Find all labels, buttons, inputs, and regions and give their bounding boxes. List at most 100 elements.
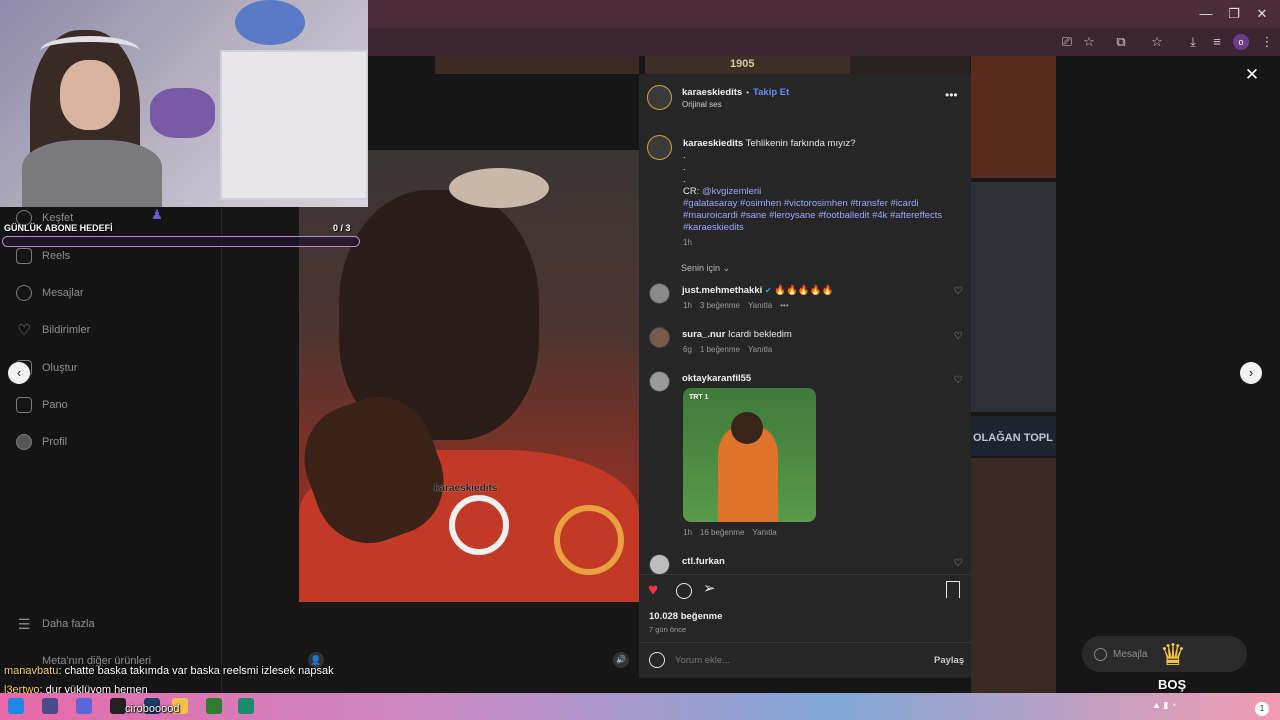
sidebar-item-label: Bildirimler: [42, 324, 91, 336]
post-caption: karaeskiedits Tehlikenin farkında mıyız?…: [683, 138, 963, 234]
author-avatar[interactable]: [647, 135, 672, 160]
notification-icon[interactable]: 1: [1255, 702, 1269, 716]
grid-tile[interactable]: [971, 56, 1056, 178]
reply-button[interactable]: Yanıtla: [748, 301, 772, 310]
app-icon[interactable]: [238, 698, 254, 714]
comment-username[interactable]: sura_.nur: [682, 329, 725, 340]
comment-username[interactable]: oktaykaranfil55: [682, 373, 751, 384]
star-icon[interactable]: ☆: [1080, 33, 1098, 51]
comment-more-icon[interactable]: •••: [780, 301, 788, 310]
heart-icon: ♡: [17, 322, 31, 339]
mention-link[interactable]: @kvgizemlerii: [702, 186, 761, 197]
video-watermark: karaeskiedits: [434, 483, 498, 494]
grid-tile[interactable]: OLAĞAN TOPL: [971, 416, 1056, 456]
restore-icon[interactable]: ❐: [1224, 6, 1244, 22]
cast-icon[interactable]: ⎚: [1058, 33, 1076, 51]
sidebar-item-messages[interactable]: Mesajlar: [16, 282, 84, 304]
save-icon[interactable]: [946, 581, 960, 598]
reply-button[interactable]: Yanıtla: [748, 345, 772, 354]
search-icon[interactable]: [42, 698, 58, 714]
chevron-down-icon: ⌄: [722, 263, 731, 273]
bookmark-icon[interactable]: ☆: [1148, 33, 1166, 51]
divider: [639, 574, 971, 575]
sidebar-item-label: Oluştur: [42, 362, 78, 374]
audio-label[interactable]: Orijinal ses: [682, 100, 722, 109]
comment-likes[interactable]: 1 beğenme: [700, 345, 740, 354]
comment-likes[interactable]: 16 beğenme: [700, 528, 744, 537]
close-icon[interactable]: ✕: [1252, 6, 1272, 22]
tray-icons[interactable]: ▲ ▮ ◔: [1152, 700, 1176, 711]
commenter-avatar[interactable]: [649, 554, 670, 575]
like-count[interactable]: 10.028 beğenme: [649, 611, 722, 622]
profile-avatar[interactable]: o: [1233, 34, 1249, 50]
sort-dropdown[interactable]: Senin için ⌄: [681, 263, 730, 274]
sidebar-item-notifications[interactable]: ♡ Bildirimler: [16, 319, 90, 341]
sidebar-item-label: Reels: [42, 250, 71, 262]
chrome-icon[interactable]: [206, 698, 222, 714]
hashtags[interactable]: #galatasaray #osimhen #victorosimhen #tr…: [683, 198, 942, 233]
emoji-icon[interactable]: [649, 652, 665, 668]
comment-likes[interactable]: 3 beğenme: [700, 301, 740, 310]
previous-post-button[interactable]: ‹: [8, 362, 30, 384]
comment-time: 6g: [683, 345, 692, 354]
comment-text: 🔥🔥🔥🔥🔥: [774, 285, 834, 296]
caption-username[interactable]: karaeskiedits: [683, 138, 743, 149]
share-icon[interactable]: ➢: [703, 580, 716, 598]
more-options-icon[interactable]: •••: [945, 88, 958, 102]
discord-icon[interactable]: [76, 698, 92, 714]
dashboard-icon: [16, 397, 32, 413]
commenter-avatar[interactable]: [649, 371, 670, 392]
comment-meta: 1h 16 beğenme Yanıtla: [683, 528, 777, 537]
comment-username[interactable]: just.mehmethakki: [682, 285, 762, 296]
verified-badge-icon: ✔: [764, 286, 772, 295]
cr-label: CR:: [683, 186, 700, 197]
like-comment-icon[interactable]: ♡: [953, 559, 963, 569]
comment-icon[interactable]: [676, 583, 692, 599]
caption-dot: .: [683, 162, 686, 173]
sidebar-item-reels[interactable]: Reels: [16, 245, 70, 267]
extensions-icon[interactable]: ⧉: [1112, 33, 1130, 51]
volume-icon[interactable]: 🔊: [613, 652, 629, 668]
sidebar-item-profile[interactable]: Profil: [16, 431, 67, 453]
menu-icon[interactable]: ⋮: [1258, 33, 1276, 51]
obs-icon[interactable]: [110, 698, 126, 714]
goal-progress-bar: [2, 236, 360, 247]
comment-username[interactable]: ctl.furkan: [682, 556, 725, 567]
chair: [150, 88, 215, 138]
post-comment-button[interactable]: Paylaş: [934, 655, 964, 666]
comment-time: 1h: [683, 301, 692, 310]
comment-input[interactable]: [675, 653, 915, 667]
like-comment-icon[interactable]: ♡: [953, 376, 963, 386]
comment-image[interactable]: TRT 1: [683, 388, 816, 522]
follow-button[interactable]: Takip Et: [753, 87, 789, 98]
streamer-shirt: [22, 140, 162, 207]
minimize-icon[interactable]: —: [1196, 6, 1216, 22]
caption-dot: .: [683, 174, 686, 185]
reading-list-icon[interactable]: ≡: [1208, 33, 1226, 51]
sidebar-item-dashboard[interactable]: Pano: [16, 394, 68, 416]
close-modal-icon[interactable]: ✕: [1243, 66, 1261, 84]
reply-button[interactable]: Yanıtla: [752, 528, 776, 537]
commenter-avatar[interactable]: [649, 327, 670, 348]
author-username[interactable]: karaeskiedits: [682, 87, 742, 98]
commenter-avatar[interactable]: [649, 283, 670, 304]
headphones: [40, 36, 140, 66]
sidebar-item-more[interactable]: ☰ Daha fazla: [16, 613, 95, 635]
menu-icon: ☰: [17, 615, 31, 632]
reel-video[interactable]: karaeskiedits: [299, 150, 639, 602]
next-post-button[interactable]: ›: [1240, 362, 1262, 384]
comment-meta: 6g 1 beğenme Yanıtla: [683, 345, 772, 354]
pc-case: [220, 50, 368, 200]
author-avatar[interactable]: [647, 85, 672, 110]
streamer-face: [60, 60, 120, 130]
like-comment-icon[interactable]: ♡: [953, 287, 963, 297]
caption-time: 1h: [683, 238, 692, 247]
like-icon[interactable]: ♥: [648, 581, 658, 599]
start-icon[interactable]: [8, 698, 24, 714]
grid-tile[interactable]: [971, 458, 1056, 693]
download-icon[interactable]: ⤓: [1184, 33, 1202, 51]
grid-tile[interactable]: [971, 182, 1056, 412]
like-comment-icon[interactable]: ♡: [953, 332, 963, 342]
chat-text: cirobooood: [125, 703, 180, 715]
turkey-crest-icon: [449, 495, 509, 555]
